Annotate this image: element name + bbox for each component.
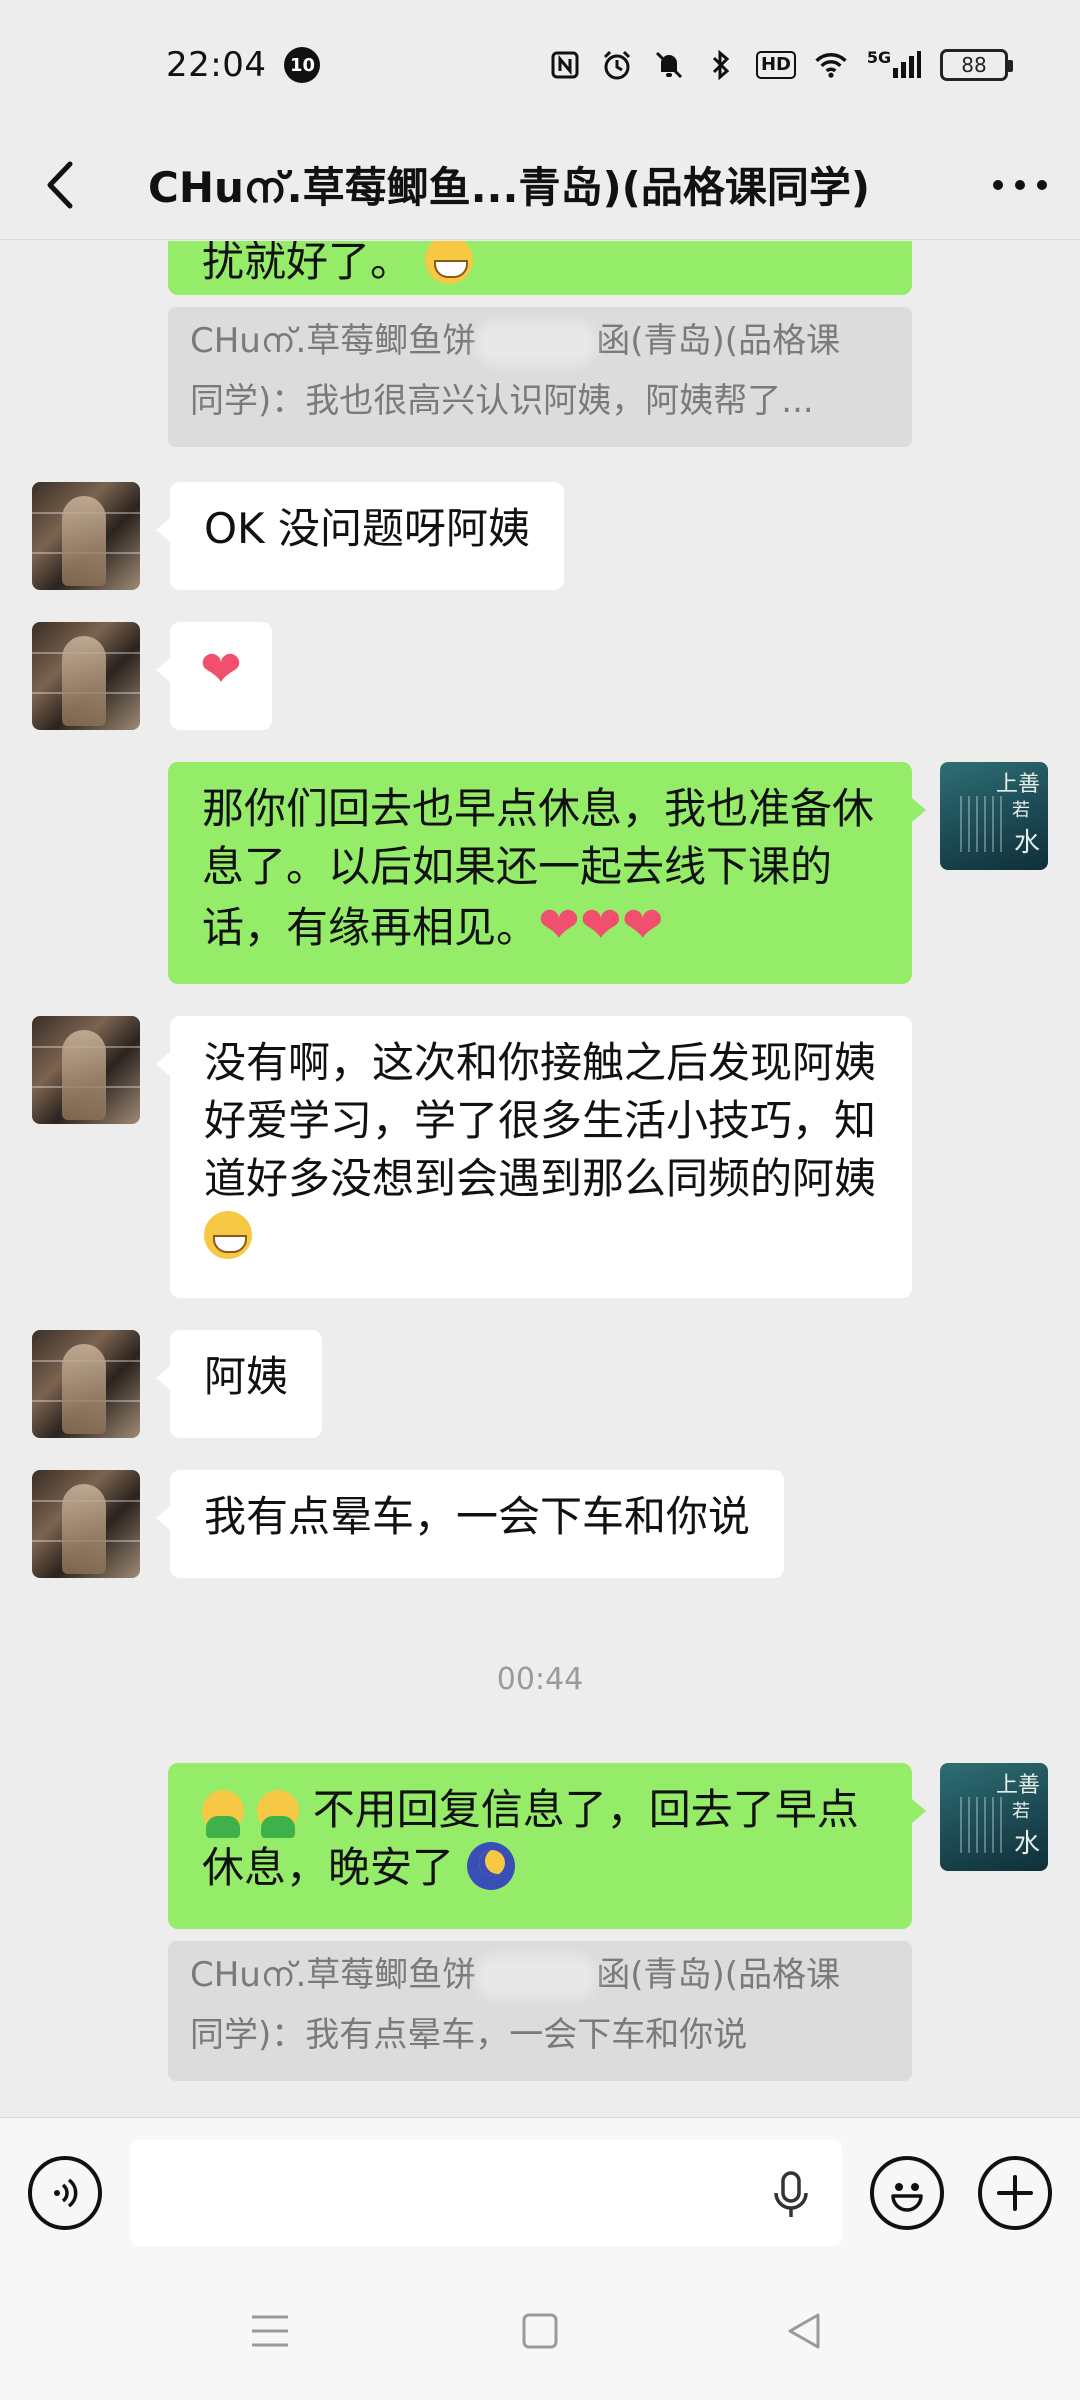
nfc-icon xyxy=(548,48,582,82)
friend-avatar[interactable] xyxy=(32,1330,140,1438)
status-right: HD 5G 88 xyxy=(548,48,1013,82)
moon-emoji-icon xyxy=(467,1842,516,1890)
more-button[interactable] xyxy=(960,130,1080,240)
friend-avatar[interactable] xyxy=(32,482,140,590)
voice-toggle-button[interactable] xyxy=(28,2156,102,2230)
signal-5g-icon: 5G xyxy=(866,48,922,82)
message-bubble-incoming[interactable]: 我有点晕车，一会下车和你说 xyxy=(155,1470,785,1578)
quote-sender-part-1: CHuന്.草莓鲫鱼饼 xyxy=(190,1955,477,1995)
emoji-button[interactable] xyxy=(870,2156,944,2230)
quote-line-1: CHuന്.草莓鲫鱼饼 函(青岛)(品格课 xyxy=(190,309,890,373)
message-text: 没有啊，这次和你接触之后发现阿姨好爱学习，学了很多生活小技巧，知道好多没想到会遇… xyxy=(204,1038,877,1203)
quote-sender-part-2: 函(青岛)(品格课 xyxy=(596,1955,841,1995)
menu-lines-icon[interactable] xyxy=(250,2311,290,2351)
avatar-calligraphy: 若 xyxy=(1012,800,1030,821)
avatar-calligraphy: 若 xyxy=(1012,1801,1030,1822)
redacted-blur xyxy=(476,320,597,365)
message-input[interactable] xyxy=(130,2140,842,2246)
quote-line-2: 同学)：我有点晕车，一会下车和你说 xyxy=(190,2015,748,2055)
avatar-calligraphy: 上善 xyxy=(995,1773,1040,1798)
avatar-calligraphy: 水 xyxy=(1013,1829,1040,1859)
avatar-figure xyxy=(62,636,106,726)
message-bubble-incoming[interactable]: ❤ xyxy=(156,622,272,730)
buddy-emoji-icon xyxy=(202,1790,244,1838)
quoted-message[interactable]: CHuന്.草莓鲫鱼饼 函(青岛)(品格课 同学)：我也很高兴认识阿姨，阿姨帮了.… xyxy=(168,307,912,447)
status-left: 22:04 10 xyxy=(166,45,321,85)
quote-sender-part-2: 函(青岛)(品格课 xyxy=(596,321,841,361)
message-list[interactable]: 扰就好了。 CHuന്.草莓鲫鱼饼 函(青岛)(品格课 同学)：我也很高兴认识阿姨… xyxy=(0,241,1080,2117)
chat-title: CHuന്.草莓鲫鱼...青岛)(品格课同学) xyxy=(148,163,871,212)
message-bubble-incoming[interactable]: 阿姨 xyxy=(155,1330,323,1438)
message-text: 我有点晕车，一会下车和你说 xyxy=(204,1492,751,1541)
emoji-smile-icon xyxy=(891,2183,923,2212)
avatar-figure xyxy=(62,496,106,586)
plus-circle-icon xyxy=(997,2175,1033,2211)
heart-emoji-icon: ❤❤❤ xyxy=(538,896,664,954)
quote-sender-part-1: CHuന്.草莓鲫鱼饼 xyxy=(190,321,477,361)
quote-line-1: CHuന്.草莓鲫鱼饼 函(青岛)(品格课 xyxy=(190,1943,890,2007)
hd-voice-icon: HD xyxy=(755,51,796,79)
message-bubble-outgoing[interactable]: 那你们回去也早点休息，我也准备休息了。以后如果还一起去线下课的话，有缘再相见。❤… xyxy=(168,762,926,984)
grinning-emoji-icon xyxy=(425,241,474,284)
message-text: 阿姨 xyxy=(204,1352,289,1401)
buddy-emoji-icon xyxy=(257,1790,300,1838)
quote-line-2: 同学)：我也很高兴认识阿姨，阿姨帮了... xyxy=(190,381,814,421)
message-bubble-incoming[interactable]: OK 没问题呀阿姨 xyxy=(156,482,564,590)
message-bubble-outgoing[interactable]: 不用回复信息了，回去了早点休息，晚安了 xyxy=(168,1763,926,1929)
home-square-icon[interactable] xyxy=(520,2311,560,2351)
bluetooth-icon xyxy=(704,48,738,82)
quoted-message[interactable]: CHuന്.草莓鲫鱼饼 函(青岛)(品格课 同学)：我有点晕车，一会下车和你说 xyxy=(168,1941,912,2081)
voice-input-icon xyxy=(54,2178,78,2208)
avatar-figure xyxy=(62,1030,106,1120)
grinning-emoji-icon xyxy=(204,1211,252,1259)
redacted-blur xyxy=(476,1954,597,1999)
message-text: 不用回复信息了，回去了早点休息，晚安了 xyxy=(202,1785,859,1892)
avatar-calligraphy: 上善 xyxy=(995,772,1040,797)
mute-bell-icon xyxy=(652,48,686,82)
avatar-detail xyxy=(960,796,1006,852)
wifi-icon xyxy=(814,48,848,82)
avatar-detail xyxy=(960,1797,1006,1853)
chevron-left-icon xyxy=(47,161,73,208)
chat-header: CHuന്.草莓鲫鱼...青岛)(品格课同学) xyxy=(0,130,1080,240)
chat-input-bar xyxy=(0,2117,1080,2267)
avatar-figure xyxy=(62,1344,106,1434)
status-time: 22:04 xyxy=(166,45,267,85)
microphone-icon[interactable] xyxy=(768,2170,814,2220)
friend-avatar[interactable] xyxy=(32,1470,140,1578)
alarm-icon xyxy=(600,48,634,82)
my-avatar[interactable]: 上善 若 水 xyxy=(940,1763,1048,1871)
message-text: 扰就好了。 xyxy=(202,241,413,286)
more-dots-icon xyxy=(993,179,1047,190)
message-bubble-incoming[interactable]: 没有啊，这次和你接触之后发现阿姨好爱学习，学了很多生活小技巧，知道好多没想到会遇… xyxy=(156,1016,912,1298)
avatar-figure xyxy=(62,1484,106,1574)
friend-avatar[interactable] xyxy=(32,1016,140,1124)
back-triangle-icon[interactable] xyxy=(784,2311,824,2351)
message-timestamp: 00:44 xyxy=(496,1662,584,1697)
notification-count-badge: 10 xyxy=(284,47,321,83)
message-bubble-outgoing[interactable]: 扰就好了。 xyxy=(168,241,912,295)
avatar-calligraphy: 水 xyxy=(1013,828,1040,858)
back-button[interactable] xyxy=(0,130,120,240)
system-navigation-bar xyxy=(0,2267,1080,2400)
network-type-label: 5G xyxy=(866,47,892,67)
status-bar: 22:04 10 HD 5G 88 xyxy=(0,0,1080,130)
heart-emoji-icon: ❤ xyxy=(200,640,242,698)
battery-indicator: 88 xyxy=(940,49,1013,81)
message-text: OK 没问题呀阿姨 xyxy=(204,504,530,553)
my-avatar[interactable]: 上善 若 水 xyxy=(940,762,1048,870)
friend-avatar[interactable] xyxy=(32,622,140,730)
more-actions-button[interactable] xyxy=(978,2156,1052,2230)
